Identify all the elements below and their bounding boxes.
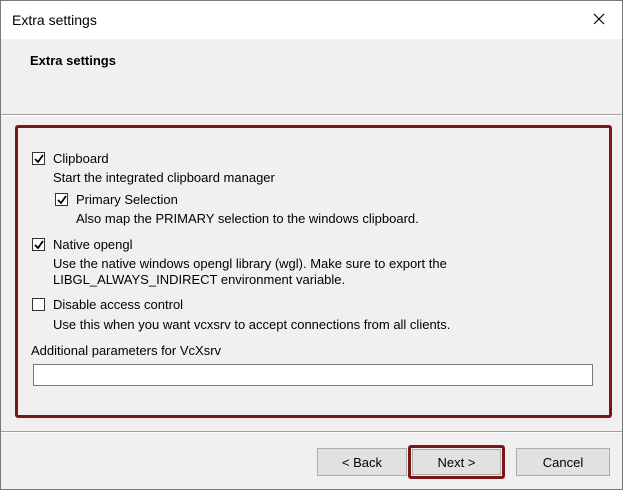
back-button[interactable]: < Back bbox=[317, 448, 407, 476]
primary-selection-checkbox[interactable] bbox=[55, 193, 68, 206]
close-button[interactable] bbox=[576, 1, 622, 39]
settings-panel: Clipboard Start the integrated clipboard… bbox=[15, 125, 612, 418]
page-title: Extra settings bbox=[30, 53, 116, 68]
clipboard-checkbox[interactable] bbox=[32, 152, 45, 165]
clipboard-label[interactable]: Clipboard bbox=[53, 151, 109, 166]
disable-access-control-checkbox[interactable] bbox=[32, 298, 45, 311]
native-opengl-checkbox[interactable] bbox=[32, 238, 45, 251]
close-icon bbox=[593, 13, 605, 28]
additional-params-input[interactable] bbox=[33, 364, 593, 386]
title-bar: Extra settings bbox=[1, 1, 622, 39]
window-title: Extra settings bbox=[12, 12, 97, 28]
native-opengl-description-line1: Use the native windows opengl library (w… bbox=[53, 256, 447, 271]
next-button[interactable]: Next > bbox=[412, 449, 501, 475]
dialog-window: Extra settings Extra settings Clipboard … bbox=[0, 0, 623, 490]
native-opengl-label[interactable]: Native opengl bbox=[53, 237, 133, 252]
header-band: Extra settings bbox=[1, 39, 622, 116]
clipboard-description: Start the integrated clipboard manager bbox=[53, 170, 275, 185]
check-icon bbox=[34, 240, 44, 250]
footer-divider-highlight bbox=[1, 432, 622, 433]
disable-access-control-label[interactable]: Disable access control bbox=[53, 297, 183, 312]
check-icon bbox=[57, 195, 67, 205]
cancel-button[interactable]: Cancel bbox=[516, 448, 610, 476]
primary-selection-description: Also map the PRIMARY selection to the wi… bbox=[76, 211, 419, 226]
primary-selection-label[interactable]: Primary Selection bbox=[76, 192, 178, 207]
check-icon bbox=[34, 154, 44, 164]
additional-params-label: Additional parameters for VcXsrv bbox=[31, 343, 222, 358]
native-opengl-description-line2: LIBGL_ALWAYS_INDIRECT environment variab… bbox=[53, 272, 346, 287]
disable-access-control-description: Use this when you want vcxsrv to accept … bbox=[53, 317, 451, 332]
